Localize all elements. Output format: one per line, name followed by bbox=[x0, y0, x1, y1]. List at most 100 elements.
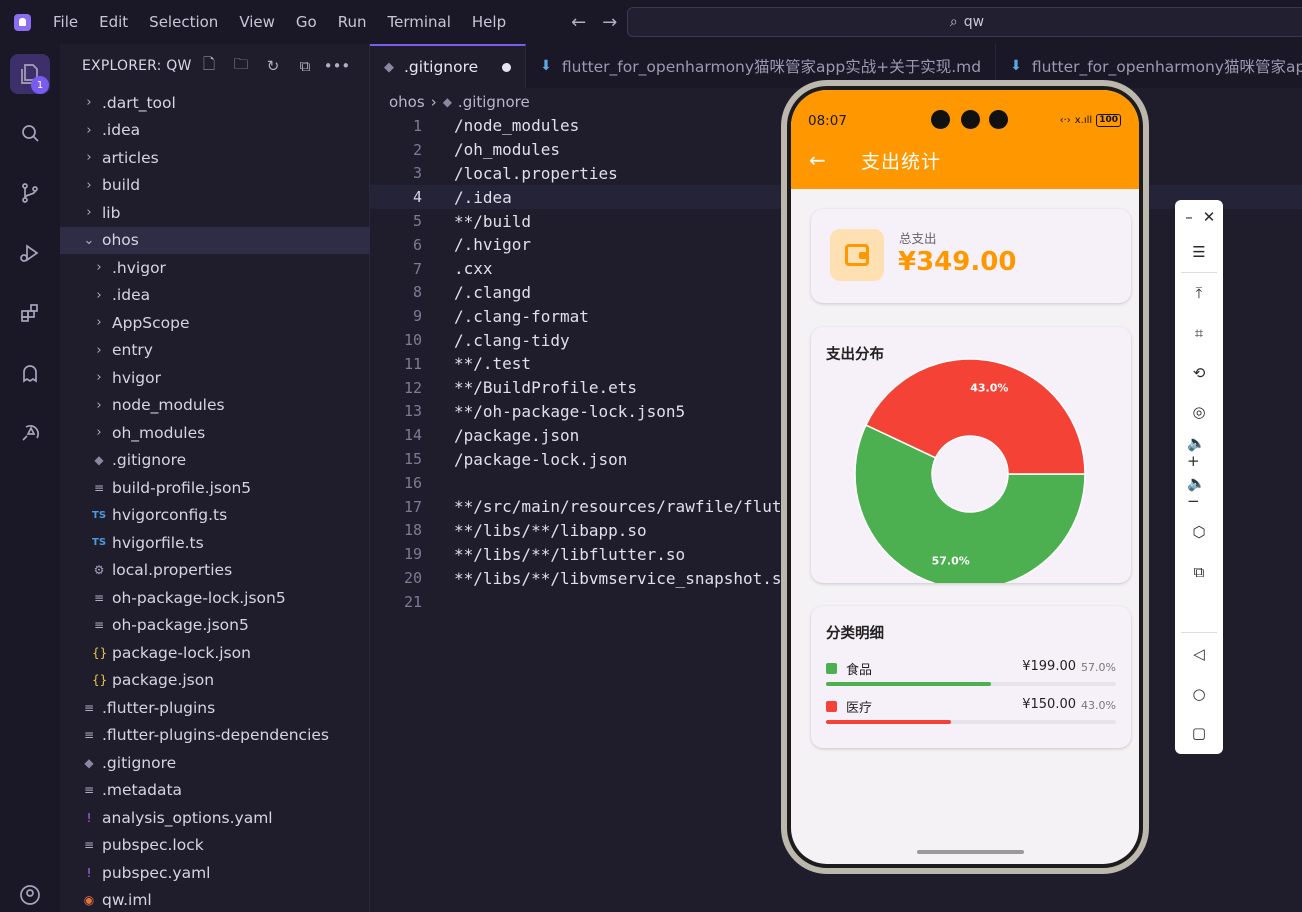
multi-screen-icon[interactable]: ⧉ bbox=[1187, 560, 1211, 584]
tree-item[interactable]: ≡ .flutter-plugins-dependencies bbox=[60, 722, 370, 750]
back-arrow-icon[interactable]: ← bbox=[571, 12, 586, 33]
chevron-right-icon[interactable]: › bbox=[92, 370, 106, 385]
menu-selection[interactable]: Selection bbox=[149, 13, 218, 31]
chevron-right-icon[interactable]: › bbox=[82, 123, 96, 138]
home-icon[interactable]: ○ bbox=[1187, 682, 1211, 706]
tree-item[interactable]: › articles bbox=[60, 144, 370, 172]
home-indicator[interactable] bbox=[917, 850, 1024, 854]
tree-item[interactable]: › .idea bbox=[60, 282, 370, 310]
chevron-right-icon[interactable]: › bbox=[92, 343, 106, 358]
tree-item[interactable]: ⌄ ohos bbox=[60, 226, 370, 254]
new-file-icon[interactable]: 🗋 bbox=[199, 55, 219, 76]
tree-item[interactable]: › AppScope bbox=[60, 309, 370, 337]
chevron-right-icon[interactable]: › bbox=[92, 260, 106, 275]
menu-run[interactable]: Run bbox=[338, 13, 367, 31]
detail-row-medical: 医疗 ¥150.00 43.0% bbox=[826, 696, 1116, 726]
recent-icon[interactable]: ▢ bbox=[1187, 721, 1211, 745]
refresh-icon[interactable]: ↻ bbox=[263, 56, 283, 76]
json-file-icon: {} bbox=[92, 673, 108, 688]
menu-terminal[interactable]: Terminal bbox=[388, 13, 451, 31]
line-number: 2 bbox=[412, 140, 422, 159]
chevron-right-icon[interactable]: › bbox=[82, 95, 96, 110]
breadcrumb-folder[interactable]: ohos bbox=[389, 93, 425, 111]
tree-item-label: node_modules bbox=[112, 396, 225, 415]
chevron-right-icon[interactable]: › bbox=[82, 150, 96, 165]
tree-item[interactable]: ◆ .gitignore bbox=[60, 447, 370, 475]
chevron-right-icon[interactable]: › bbox=[92, 288, 106, 303]
tree-item[interactable]: ≡ oh-package.json5 bbox=[60, 612, 370, 640]
tree-item[interactable]: › oh_modules bbox=[60, 419, 370, 447]
more-icon[interactable]: ••• bbox=[324, 56, 351, 76]
menu-icon[interactable]: ☰ bbox=[1187, 240, 1211, 264]
chevron-right-icon[interactable]: › bbox=[82, 178, 96, 193]
volume-up-icon[interactable]: 🔈+ bbox=[1187, 434, 1211, 470]
tree-item[interactable]: › lib bbox=[60, 199, 370, 227]
screenshot-icon[interactable]: ◎ bbox=[1187, 400, 1211, 424]
menu-go[interactable]: Go bbox=[296, 13, 317, 31]
tree-item[interactable]: ≡ .metadata bbox=[60, 777, 370, 805]
tree-item[interactable]: › hvigor bbox=[60, 364, 370, 392]
tree-item[interactable]: › .idea bbox=[60, 117, 370, 145]
tree-item[interactable]: ≡ oh-package-lock.json5 bbox=[60, 584, 370, 612]
menu-edit[interactable]: Edit bbox=[99, 13, 128, 31]
tree-item[interactable]: TS hvigorfile.ts bbox=[60, 529, 370, 557]
tree-item[interactable]: TS hvigorconfig.ts bbox=[60, 502, 370, 530]
lines-file-icon: ≡ bbox=[93, 480, 105, 495]
tree-item[interactable]: › .hvigor bbox=[60, 254, 370, 282]
tree-item[interactable]: ≡ build-profile.json5 bbox=[60, 474, 370, 502]
account-icon[interactable] bbox=[17, 882, 43, 908]
command-search[interactable]: ⌕ qw bbox=[627, 7, 1302, 37]
tree-item[interactable]: ≡ pubspec.lock bbox=[60, 832, 370, 860]
extensions-icon[interactable] bbox=[17, 300, 43, 326]
menu-help[interactable]: Help bbox=[472, 13, 506, 31]
harmony-icon[interactable] bbox=[17, 420, 43, 446]
tree-item[interactable]: ! analysis_options.yaml bbox=[60, 804, 370, 832]
tree-item[interactable]: › entry bbox=[60, 337, 370, 365]
chevron-down-icon[interactable]: ⌄ bbox=[82, 233, 96, 248]
tree-item[interactable]: › build bbox=[60, 172, 370, 200]
rotate-icon[interactable]: ⟲ bbox=[1187, 361, 1211, 385]
line-number: 6 bbox=[412, 235, 422, 254]
breadcrumb-file[interactable]: .gitignore bbox=[458, 93, 530, 111]
line-number: 20 bbox=[403, 569, 422, 588]
shake-icon[interactable]: ⬡ bbox=[1187, 520, 1211, 544]
medical-swatch bbox=[826, 701, 837, 712]
tree-item[interactable]: {} package.json bbox=[60, 667, 370, 695]
pie-chart: 57.0% 43.0% bbox=[854, 358, 1086, 583]
tree-item[interactable]: ◉ qw.iml bbox=[60, 887, 370, 912]
tree-item[interactable]: ⚙ local.properties bbox=[60, 557, 370, 585]
chevron-right-icon[interactable]: › bbox=[92, 398, 106, 413]
source-control-icon[interactable] bbox=[17, 180, 43, 206]
tree-item[interactable]: ! pubspec.yaml bbox=[60, 859, 370, 887]
run-debug-icon[interactable] bbox=[17, 240, 43, 266]
crop-icon[interactable]: ⌗ bbox=[1187, 321, 1211, 345]
tree-item[interactable]: ◆ .gitignore bbox=[60, 749, 370, 777]
tree-item[interactable]: › node_modules bbox=[60, 392, 370, 420]
collapse-all-icon[interactable]: ⧉ bbox=[295, 56, 315, 76]
tree-item[interactable]: {} package-lock.json bbox=[60, 639, 370, 667]
tree-item-label: package-lock.json bbox=[112, 643, 251, 662]
tab-gitignore[interactable]: ◆ .gitignore bbox=[370, 44, 527, 88]
distribution-card: 支出分布 57.0% 43.0% bbox=[811, 327, 1131, 583]
tree-item[interactable]: ≡ .flutter-plugins bbox=[60, 694, 370, 722]
volume-down-icon[interactable]: 🔈− bbox=[1187, 474, 1211, 510]
chevron-right-icon[interactable]: › bbox=[92, 315, 106, 330]
chevron-right-icon[interactable]: › bbox=[92, 425, 106, 440]
ghost-icon[interactable] bbox=[17, 360, 43, 386]
pin-top-icon[interactable]: ⤒ bbox=[1187, 281, 1211, 305]
lines-file-icon: ≡ bbox=[93, 618, 105, 633]
tree-item-label: local.properties bbox=[112, 561, 233, 580]
menu-view[interactable]: View bbox=[239, 13, 275, 31]
tree-item[interactable]: › .dart_tool bbox=[60, 89, 370, 117]
unsaved-dot-icon[interactable] bbox=[502, 62, 512, 72]
back-icon[interactable]: ◁ bbox=[1187, 642, 1211, 666]
back-arrow-icon[interactable]: ← bbox=[809, 148, 826, 172]
close-icon[interactable]: ✕ bbox=[1197, 205, 1221, 229]
search-text: qw bbox=[963, 14, 985, 30]
search-icon[interactable] bbox=[17, 120, 43, 146]
line-text: /package.json bbox=[454, 425, 580, 445]
chevron-right-icon[interactable]: › bbox=[82, 205, 96, 220]
new-folder-icon[interactable]: 🗀 bbox=[231, 55, 251, 76]
forward-arrow-icon[interactable]: → bbox=[602, 12, 617, 33]
menu-file[interactable]: File bbox=[53, 13, 78, 31]
